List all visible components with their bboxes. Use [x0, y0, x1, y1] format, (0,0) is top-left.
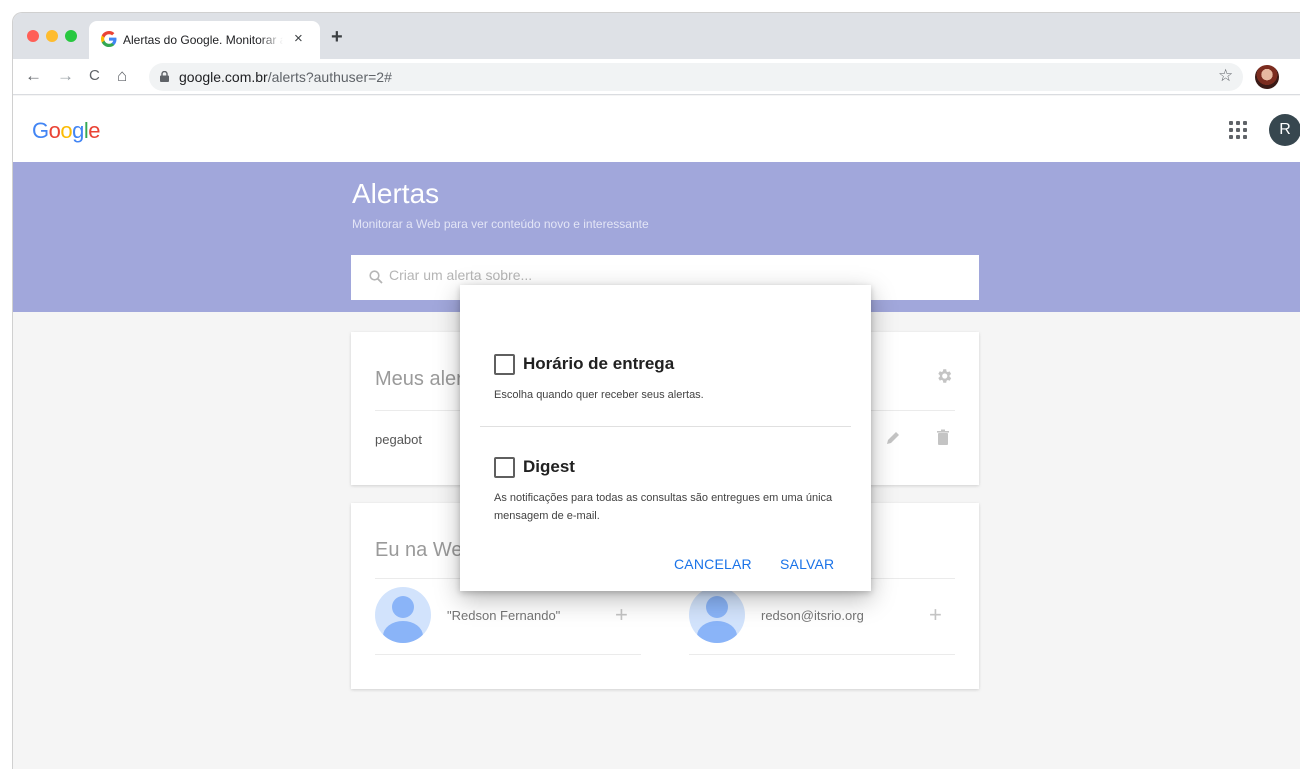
alert-item-name[interactable]: pegabot	[375, 432, 422, 447]
digest-title: Digest	[523, 457, 575, 476]
edit-pencil-icon[interactable]	[885, 430, 901, 446]
create-alert-input[interactable]	[389, 267, 949, 283]
delivery-time-description: Escolha quando quer receber seus alertas…	[494, 389, 704, 401]
person-suggestion: redson@itsrio.org +	[689, 587, 955, 655]
maximize-window-button[interactable]	[65, 30, 77, 42]
forward-icon[interactable]: →	[57, 66, 74, 86]
save-button[interactable]: SALVAR	[780, 556, 834, 572]
browser-window: Alertas do Google. Monitorar a Web para …	[12, 12, 1300, 769]
page-title: Alertas	[352, 178, 440, 209]
minimize-window-button[interactable]	[46, 30, 58, 42]
google-header: Google R	[13, 96, 1300, 162]
tab-strip: Alertas do Google. Monitorar a Web para …	[13, 13, 1300, 59]
browser-menu-icon[interactable]: ⋮	[1293, 65, 1300, 86]
profile-avatar[interactable]	[1255, 65, 1279, 89]
back-icon[interactable]: ←	[25, 66, 42, 86]
person-avatar-icon	[375, 587, 431, 643]
tab-close-icon[interactable]: ×	[294, 30, 303, 48]
lock-icon	[160, 71, 169, 82]
search-icon	[369, 270, 383, 284]
google-logo[interactable]: Google	[32, 118, 101, 144]
close-window-button[interactable]	[27, 30, 39, 42]
delivery-time-title: Horário de entrega	[523, 354, 675, 373]
google-apps-icon[interactable]	[1229, 121, 1247, 139]
logo-letter: o	[48, 118, 61, 143]
url-path: /alerts?authuser=2#	[267, 69, 392, 85]
delete-trash-icon[interactable]	[935, 429, 951, 446]
bookmark-star-icon[interactable]: ☆	[1218, 66, 1233, 86]
reload-icon[interactable]: C	[89, 66, 100, 86]
cancel-button[interactable]: CANCELAR	[674, 556, 752, 572]
gear-icon[interactable]	[935, 367, 953, 385]
delivery-settings-dialog: Horário de entrega Escolha quando quer r…	[460, 285, 871, 591]
logo-letter: o	[60, 118, 73, 143]
person-email: redson@itsrio.org	[761, 608, 864, 623]
dialog-divider	[480, 426, 851, 427]
url-host: google.com.br	[179, 69, 268, 85]
browser-toolbar: ← → C ⌂ google.com.br/alerts?authuser=2#…	[13, 59, 1300, 95]
home-icon[interactable]: ⌂	[117, 66, 127, 86]
person-name: "Redson Fernando"	[447, 608, 561, 623]
digest-description: As notificações para todas as consultas …	[494, 492, 833, 522]
logo-letter: g	[72, 118, 84, 143]
new-tab-button[interactable]: +	[331, 27, 343, 47]
add-alert-plus-icon[interactable]: +	[615, 604, 628, 626]
page-subtitle: Monitorar a Web para ver conteúdo novo e…	[352, 217, 649, 231]
logo-letter: G	[32, 118, 49, 143]
url-text: google.com.br/alerts?authuser=2#	[179, 69, 392, 85]
browser-tab[interactable]: Alertas do Google. Monitorar a Web para …	[89, 21, 320, 59]
me-on-web-title: Eu na Web	[375, 539, 474, 561]
account-avatar[interactable]: R	[1269, 114, 1300, 146]
digest-checkbox[interactable]	[494, 457, 515, 478]
google-favicon-icon	[101, 31, 117, 47]
address-bar[interactable]: google.com.br/alerts?authuser=2#	[149, 63, 1243, 91]
delivery-time-checkbox[interactable]	[494, 354, 515, 375]
logo-letter: e	[88, 118, 101, 143]
person-suggestion: "Redson Fernando" +	[375, 587, 641, 655]
tab-title: Alertas do Google. Monitorar a Web para …	[123, 33, 283, 47]
person-avatar-icon	[689, 587, 745, 643]
add-alert-plus-icon[interactable]: +	[929, 604, 942, 626]
